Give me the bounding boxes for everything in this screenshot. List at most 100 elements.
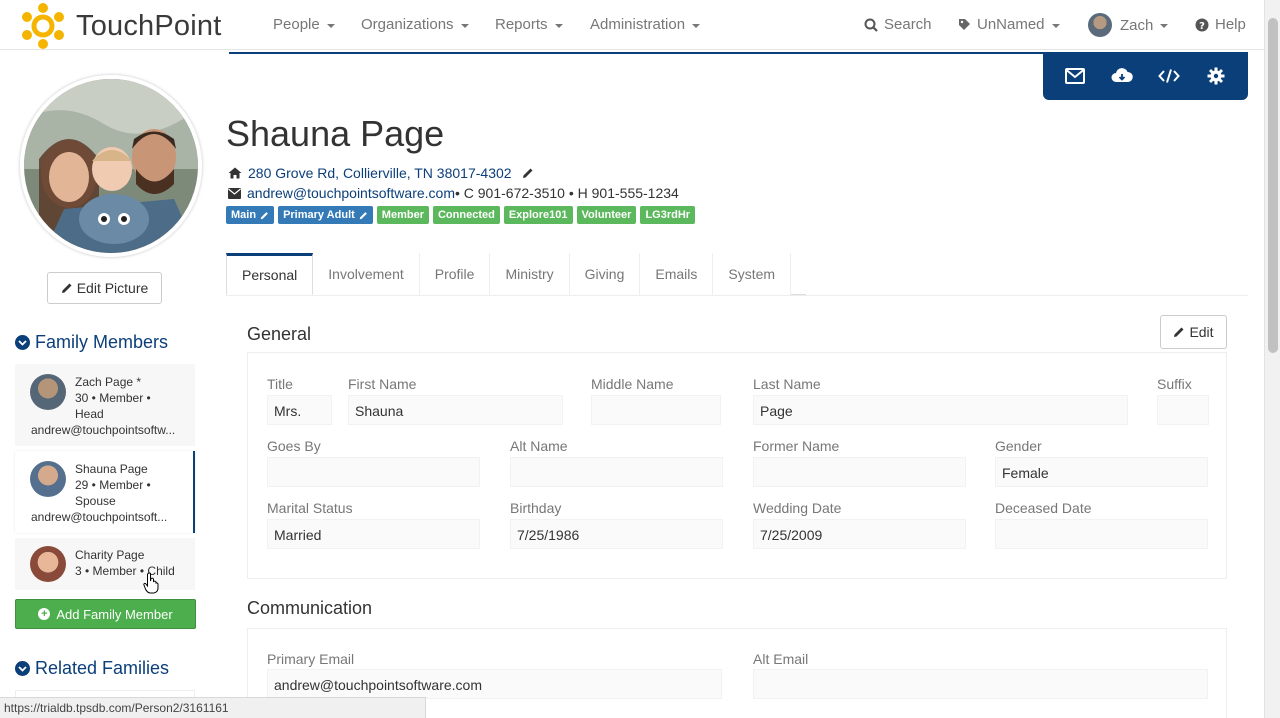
gender-label: Gender	[995, 438, 1042, 454]
family-members-heading[interactable]: Family Members	[15, 332, 168, 353]
nav-help-label: Help	[1215, 16, 1246, 33]
tab-system[interactable]: System	[713, 253, 792, 295]
first-name-label: First Name	[348, 376, 417, 392]
nav-tag-label: UnNamed	[977, 16, 1045, 33]
code-button[interactable]	[1154, 61, 1184, 91]
phone-numbers: • C 901-672-3510 • H 901-555-1234	[454, 185, 679, 201]
person-toolbar	[1043, 52, 1248, 100]
family-email[interactable]: andrew@touchpointsoftw...	[31, 422, 191, 438]
family-members-title: Family Members	[35, 332, 169, 352]
person-name: Shauna Page	[226, 113, 445, 154]
nav-organizations[interactable]: Organizations	[361, 16, 469, 33]
badge-lg3rdhr[interactable]: LG3rdHr	[640, 206, 696, 224]
family-card-charity[interactable]: Charity Page 3 • Member • Child	[15, 538, 195, 590]
nav-help[interactable]: ? Help	[1195, 16, 1246, 33]
former-name-value	[753, 457, 966, 487]
alt-name-value	[510, 457, 723, 487]
pencil-icon	[1174, 327, 1184, 337]
nav-administration[interactable]: Administration	[590, 16, 701, 33]
tab-giving[interactable]: Giving	[569, 253, 641, 295]
email-link[interactable]: andrew@touchpointsoftware.com	[247, 185, 455, 201]
brand[interactable]: TouchPoint	[18, 2, 222, 50]
top-navbar: TouchPoint People Organizations Reports …	[0, 0, 1264, 50]
download-button[interactable]	[1107, 61, 1137, 91]
badge-label: Primary Adult	[283, 209, 355, 221]
edit-picture-button[interactable]: Edit Picture	[47, 272, 162, 304]
add-family-member-button[interactable]: + Add Family Member	[15, 599, 196, 629]
primary-email-label: Primary Email	[267, 651, 355, 667]
tab-profile[interactable]: Profile	[419, 253, 491, 295]
family-card-zach[interactable]: Zach Page * 30 • Member • Head andrew@to…	[15, 364, 195, 446]
family-name[interactable]: Zach Page *	[75, 374, 141, 390]
nav-user[interactable]: Zach	[1088, 13, 1169, 37]
family-card-shauna[interactable]: Shauna Page 29 • Member • Spouse andrew@…	[15, 451, 195, 533]
wedding-date-label: Wedding Date	[753, 500, 842, 516]
badge-member[interactable]: Member	[376, 206, 429, 224]
tab-ministry[interactable]: Ministry	[490, 253, 570, 295]
contact-line: andrew@touchpointsoftware.com • C 901-67…	[228, 185, 679, 201]
badge-explore101[interactable]: Explore101	[503, 206, 573, 224]
related-families-heading[interactable]: Related Families	[15, 658, 169, 679]
pencil-icon[interactable]	[522, 167, 534, 179]
title-label: Title	[267, 376, 293, 392]
deceased-date-value	[995, 519, 1208, 549]
nav-reports-label: Reports	[495, 16, 548, 33]
family-meta: 3 • Member • Child	[75, 564, 175, 578]
chevron-down-icon	[15, 335, 30, 350]
caret-down-icon	[326, 23, 335, 28]
address-link[interactable]: 280 Grove Rd, Collierville, TN 38017-430…	[248, 165, 512, 181]
nav-people[interactable]: People	[273, 16, 335, 33]
family-email[interactable]: andrew@touchpointsoft...	[31, 509, 191, 525]
nav-tag[interactable]: UnNamed	[958, 16, 1060, 33]
profile-picture[interactable]	[20, 75, 202, 257]
alt-email-value	[753, 669, 1208, 699]
settings-button[interactable]	[1201, 61, 1231, 91]
tab-involvement[interactable]: Involvement	[313, 253, 420, 295]
marital-status-value: Married	[267, 519, 480, 549]
title-value: Mrs.	[267, 395, 332, 425]
help-icon: ?	[1195, 18, 1209, 32]
birthday-value: 7/25/1986	[510, 519, 723, 549]
badge-volunteer[interactable]: Volunteer	[576, 206, 637, 224]
caret-down-icon	[692, 23, 701, 28]
nav-people-label: People	[273, 16, 320, 33]
page-scrollbar[interactable]	[1264, 0, 1280, 718]
caret-down-icon	[1051, 23, 1060, 28]
badge-primary-adult[interactable]: Primary Adult	[278, 206, 373, 224]
communication-heading: Communication	[247, 598, 373, 618]
caret-down-icon	[460, 23, 469, 28]
family-name[interactable]: Charity Page	[75, 547, 144, 563]
tag-icon	[959, 19, 970, 30]
family-meta: 30 • Member •	[75, 391, 151, 405]
suffix-label: Suffix	[1157, 376, 1192, 392]
alt-name-label: Alt Name	[510, 438, 568, 454]
nav-search[interactable]: Search	[864, 16, 932, 33]
tab-personal[interactable]: Personal	[226, 253, 314, 295]
home-icon	[228, 167, 242, 179]
address-line: 280 Grove Rd, Collierville, TN 38017-430…	[228, 165, 534, 181]
badge-main[interactable]: Main	[226, 206, 275, 224]
edit-label: Edit	[1189, 324, 1214, 340]
badge-connected[interactable]: Connected	[432, 206, 500, 224]
nav-administration-label: Administration	[590, 16, 686, 33]
pencil-icon	[260, 211, 268, 219]
tab-emails[interactable]: Emails	[640, 253, 714, 295]
alt-email-label: Alt Email	[753, 651, 809, 667]
family-photo	[24, 79, 198, 253]
email-button[interactable]	[1060, 61, 1090, 91]
chevron-down-icon	[15, 661, 30, 676]
browser-status-bar: https://trialdb.tpsdb.com/Person2/316116…	[0, 697, 426, 718]
former-name-label: Former Name	[753, 438, 840, 454]
scrollbar-thumb[interactable]	[1268, 18, 1278, 353]
plus-circle-icon: +	[38, 608, 51, 620]
deceased-date-label: Deceased Date	[995, 500, 1092, 516]
nav-reports[interactable]: Reports	[495, 16, 563, 33]
edit-general-button[interactable]: Edit	[1160, 315, 1227, 349]
last-name-label: Last Name	[753, 376, 821, 392]
brand-name: TouchPoint	[76, 9, 222, 42]
pencil-icon	[61, 283, 72, 293]
caret-down-icon	[1160, 24, 1169, 28]
family-name[interactable]: Shauna Page	[75, 461, 148, 477]
marital-status-label: Marital Status	[267, 500, 353, 516]
birthday-label: Birthday	[510, 500, 562, 516]
